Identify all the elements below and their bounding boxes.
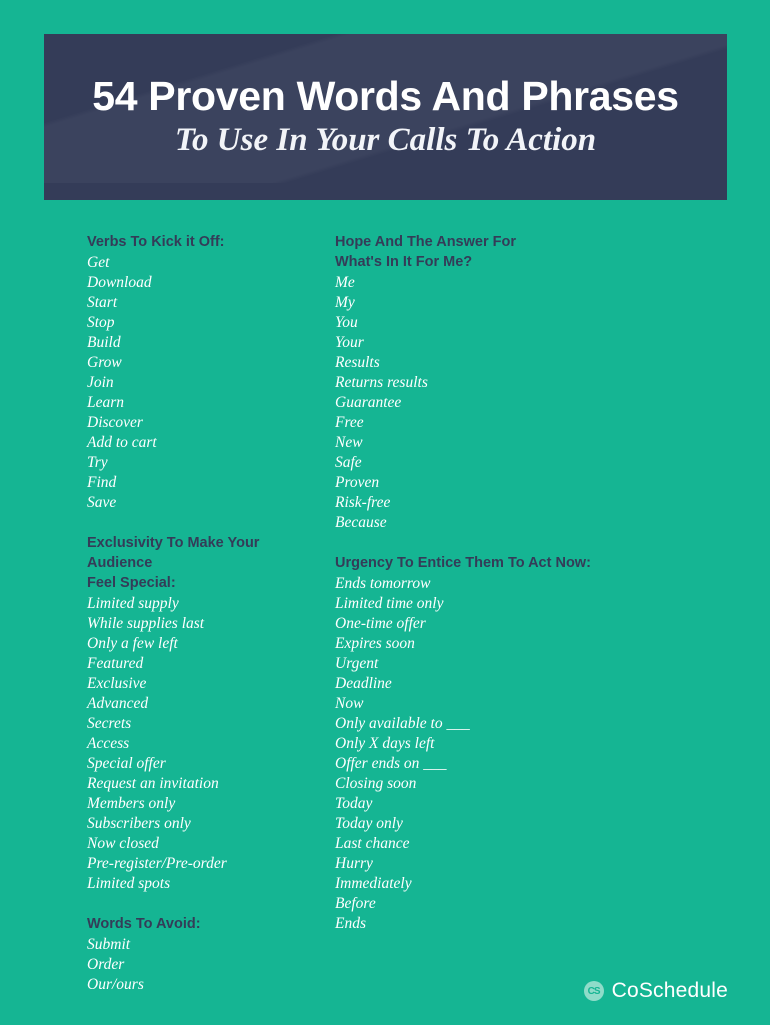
list-item: Immediately — [335, 875, 412, 892]
list-item: Secrets — [87, 715, 132, 732]
list-item: Advanced — [87, 695, 149, 712]
coschedule-logo: CS CoSchedule — [583, 979, 728, 1003]
list-item: Hurry — [335, 855, 373, 872]
word-list: Ends tomorrow Limited time only One-time… — [335, 574, 770, 934]
word-list: Limited supply While supplies last Only … — [87, 594, 318, 894]
list-item: Grow — [87, 354, 122, 371]
list-item: Guarantee — [335, 394, 402, 411]
word-list: Submit Order Our/ours — [87, 935, 318, 995]
list-item: Now — [335, 695, 364, 712]
brand-name: CoSchedule — [611, 979, 728, 1002]
list-item: Now closed — [87, 835, 159, 852]
list-item: Only a few left — [87, 635, 178, 652]
list-item: Submit — [87, 936, 131, 953]
list-item: Deadline — [335, 675, 392, 692]
cs-monogram-icon: CS — [583, 981, 604, 1001]
list-item: Ends tomorrow — [335, 575, 431, 592]
list-item: My — [335, 294, 355, 311]
section-exclusivity: Exclusivity To Make Your Audience Feel S… — [87, 533, 318, 894]
list-item: Download — [87, 274, 152, 291]
list-item: Urgent — [335, 655, 379, 672]
section-urgency: Urgency To Entice Them To Act Now: Ends … — [335, 553, 770, 934]
page-title: 54 Proven Words And Phrases — [92, 73, 679, 120]
list-item: Request an invitation — [87, 775, 219, 792]
list-item: Subscribers only — [87, 815, 191, 832]
list-item: Access — [87, 735, 130, 752]
list-item: Today — [335, 795, 373, 812]
page-subtitle: To Use In Your Calls To Action — [174, 122, 597, 159]
list-item: Limited time only — [335, 595, 444, 612]
list-item: Limited supply — [87, 595, 179, 612]
list-item: Add to cart — [87, 434, 157, 451]
list-item: Your — [335, 334, 364, 351]
list-item: Order — [87, 956, 125, 973]
section-heading: Hope And The Answer For What's In It For… — [335, 234, 516, 270]
list-item: Closing soon — [335, 775, 417, 792]
content-columns: Verbs To Kick it Off: Get Download Start… — [0, 232, 770, 995]
list-item: Try — [87, 454, 108, 471]
list-item: Only available to ___ — [335, 715, 470, 732]
left-column: Verbs To Kick it Off: Get Download Start… — [0, 232, 318, 995]
section-verbs-to-kick-it-off: Verbs To Kick it Off: Get Download Start… — [87, 232, 318, 513]
list-item: New — [335, 434, 363, 451]
list-item: Today only — [335, 815, 403, 832]
list-item: Free — [335, 414, 364, 431]
header-banner: 54 Proven Words And Phrases To Use In Yo… — [44, 34, 727, 200]
right-column: Hope And The Answer For What's In It For… — [318, 232, 770, 995]
list-item: Safe — [335, 454, 362, 471]
section-heading: Verbs To Kick it Off: — [87, 234, 225, 250]
list-item: Last chance — [335, 835, 410, 852]
word-list: Get Download Start Stop Build Grow Join … — [87, 253, 318, 513]
list-item: Offer ends on ___ — [335, 755, 447, 772]
list-item: Because — [335, 514, 387, 531]
list-item: Our/ours — [87, 976, 144, 993]
section-heading: Exclusivity To Make Your Audience Feel S… — [87, 535, 260, 591]
list-item: Ends — [335, 915, 366, 932]
word-list: Me My You Your Results Returns results G… — [335, 273, 770, 533]
list-item: One-time offer — [335, 615, 426, 632]
list-item: Risk-free — [335, 494, 391, 511]
list-item: Start — [87, 294, 118, 311]
list-item: Find — [87, 474, 117, 491]
list-item: Proven — [335, 474, 380, 491]
list-item: Before — [335, 895, 376, 912]
list-item: You — [335, 314, 358, 331]
list-item: Learn — [87, 394, 125, 411]
list-item: Pre-register/Pre-order — [87, 855, 227, 872]
list-item: Exclusive — [87, 675, 147, 692]
list-item: Discover — [87, 414, 143, 431]
section-words-to-avoid: Words To Avoid: Submit Order Our/ours — [87, 914, 318, 995]
list-item: Returns results — [335, 374, 428, 391]
list-item: Save — [87, 494, 117, 511]
list-item: Me — [335, 274, 355, 291]
list-item: Stop — [87, 314, 115, 331]
section-hope-and-answer: Hope And The Answer For What's In It For… — [335, 232, 770, 533]
list-item: Special offer — [87, 755, 166, 772]
list-item: Expires soon — [335, 635, 415, 652]
list-item: Limited spots — [87, 875, 171, 892]
list-item: Join — [87, 374, 114, 391]
list-item: Featured — [87, 655, 144, 672]
list-item: While supplies last — [87, 615, 205, 632]
list-item: Only X days left — [335, 735, 435, 752]
list-item: Build — [87, 334, 121, 351]
list-item: Members only — [87, 795, 176, 812]
section-heading: Words To Avoid: — [87, 916, 201, 932]
list-item: Results — [335, 354, 380, 371]
list-item: Get — [87, 254, 110, 271]
section-heading: Urgency To Entice Them To Act Now: — [335, 555, 591, 571]
